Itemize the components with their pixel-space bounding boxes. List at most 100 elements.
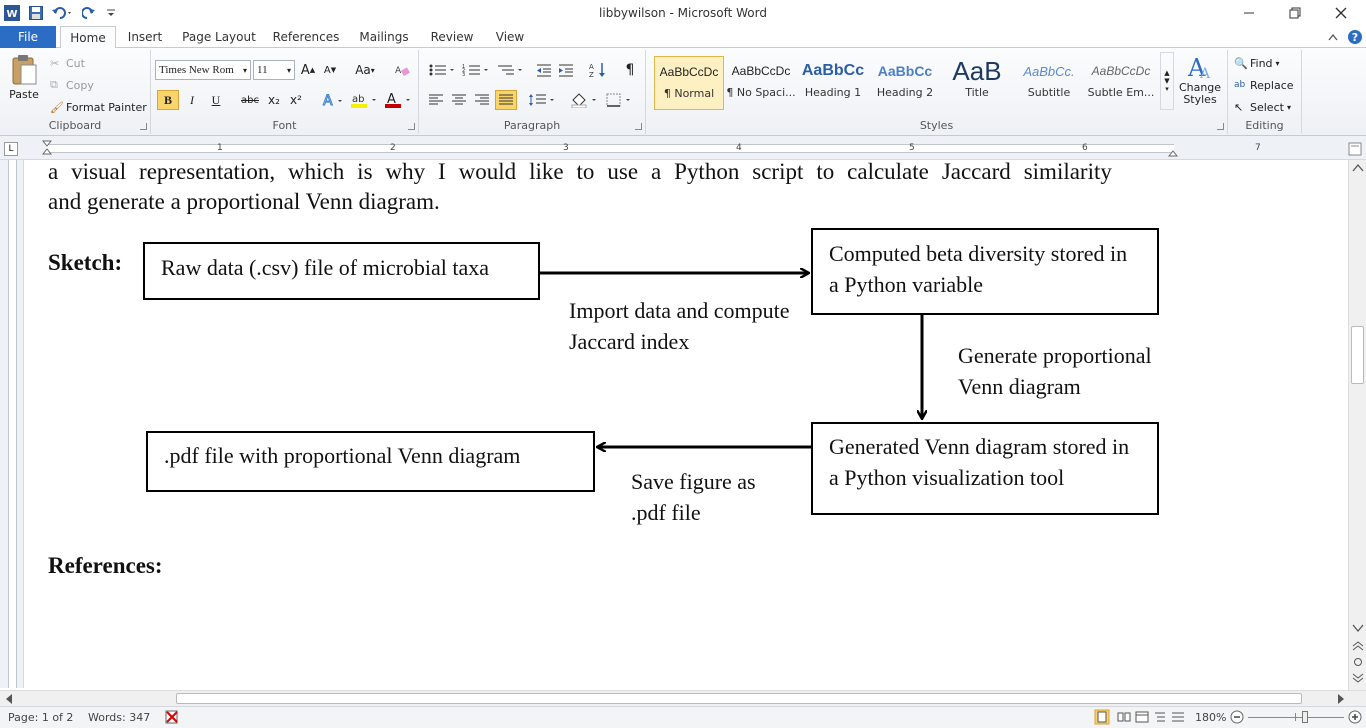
hscroll-thumb[interactable]	[176, 693, 1302, 704]
paragraph-dialog-launcher[interactable]	[635, 123, 642, 130]
tab-references[interactable]: References	[270, 26, 342, 48]
strikethrough-button[interactable]: abc	[239, 90, 261, 110]
zoom-in-icon[interactable]	[1348, 710, 1362, 727]
collapse-ribbon-icon[interactable]	[1326, 26, 1340, 48]
minimize-button[interactable]	[1226, 0, 1272, 26]
align-left-icon[interactable]	[425, 90, 447, 110]
font-dialog-launcher[interactable]	[408, 123, 415, 130]
style-normal[interactable]: AaBbCcDc ¶ Normal	[654, 56, 724, 110]
select-button[interactable]: ↖ Select ▾	[1234, 98, 1291, 116]
text-effects-icon[interactable]: A	[319, 90, 345, 110]
italic-button[interactable]: I	[181, 90, 203, 110]
tab-insert[interactable]: Insert	[122, 26, 168, 48]
styles-dialog-launcher[interactable]	[1217, 123, 1224, 130]
font-group-label: Font	[272, 119, 297, 132]
shading-icon[interactable]	[569, 90, 599, 110]
tab-file[interactable]: File	[0, 26, 56, 48]
decrease-indent-icon[interactable]	[533, 60, 555, 80]
indent-marker-icon[interactable]	[41, 140, 53, 156]
style-subtitle[interactable]: AaBbCc. Subtitle	[1014, 56, 1084, 110]
horizontal-scrollbar[interactable]	[0, 690, 1366, 706]
zoom-out-icon[interactable]	[1230, 710, 1244, 727]
outline-view-icon[interactable]	[1152, 709, 1168, 728]
raw-data-box[interactable]: Raw data (.csv) file of microbial taxa	[143, 242, 540, 300]
scroll-down-icon[interactable]	[1352, 622, 1364, 636]
full-screen-reading-icon[interactable]	[1116, 709, 1132, 728]
right-indent-marker-icon[interactable]	[1167, 146, 1179, 157]
style-heading-1[interactable]: AaBbCc Heading 1	[798, 56, 868, 110]
tab-view[interactable]: View	[490, 26, 530, 48]
change-case-button[interactable]: Aa ▾	[351, 60, 379, 80]
clear-formatting-icon[interactable]: A	[391, 60, 413, 80]
vertical-ruler[interactable]	[0, 160, 24, 688]
justify-icon[interactable]	[495, 90, 517, 110]
vertical-scrollbar[interactable]	[1348, 160, 1366, 690]
browse-object-icon[interactable]	[1352, 656, 1364, 670]
paste-button[interactable]: Paste	[6, 54, 42, 110]
web-layout-icon[interactable]	[1134, 709, 1150, 728]
style-title[interactable]: AaB Title	[942, 56, 1012, 110]
copy-button[interactable]: ⧉ Copy	[50, 76, 94, 94]
show-formatting-button[interactable]: ¶	[619, 60, 641, 80]
font-size-select[interactable]: 11 ▾	[253, 60, 295, 80]
grow-font-button[interactable]: A ▲	[297, 60, 319, 80]
format-painter-button[interactable]: 🖌 Format Painter	[50, 98, 147, 116]
align-right-icon[interactable]	[471, 90, 493, 110]
pdf-file-box[interactable]: .pdf file with proportional Venn diagram	[146, 431, 595, 492]
styles-scroll[interactable]: ▲ ▼ ▾	[1160, 52, 1174, 110]
draft-view-icon[interactable]	[1170, 709, 1186, 728]
underline-button[interactable]: U	[205, 90, 227, 110]
replace-button[interactable]: ab Replace	[1234, 76, 1294, 94]
beta-diversity-box[interactable]: Computed beta diversity stored in a Pyth…	[811, 228, 1159, 315]
style-heading-2[interactable]: AaBbCc Heading 2	[870, 56, 940, 110]
borders-icon[interactable]	[605, 90, 635, 110]
tab-home[interactable]: Home	[60, 26, 116, 49]
style-subtle-emphasis[interactable]: AaBbCcDc Subtle Em...	[1086, 56, 1156, 110]
numbering-icon[interactable]: 123	[461, 60, 491, 80]
find-button[interactable]: 🔍 Find ▾	[1234, 54, 1280, 72]
subscript-button[interactable]: x₂	[263, 90, 285, 110]
generate-label[interactable]: Generate proportional Venn diagram	[958, 340, 1188, 402]
tab-mailings[interactable]: Mailings	[354, 26, 414, 48]
import-label[interactable]: Import data and compute Jaccard index	[569, 295, 799, 357]
print-layout-view-icon[interactable]	[1094, 709, 1110, 728]
tab-selector[interactable]: L	[4, 142, 18, 156]
font-color-icon[interactable]: A	[383, 90, 413, 110]
scroll-up-icon[interactable]	[1352, 162, 1364, 176]
bold-button[interactable]: B	[157, 90, 179, 110]
zoom-slider-thumb[interactable]	[1302, 711, 1308, 723]
font-family-select[interactable]: Times New Rom ▾	[155, 60, 251, 80]
next-page-icon[interactable]	[1352, 672, 1364, 686]
clipboard-dialog-launcher[interactable]	[140, 123, 147, 130]
zoom-slider[interactable]	[1248, 711, 1344, 723]
multilevel-list-icon[interactable]	[495, 60, 525, 80]
references-heading[interactable]: References:	[48, 551, 163, 581]
change-styles-button[interactable]: AA Change Styles	[1176, 52, 1224, 116]
view-ruler-icon[interactable]	[1348, 142, 1364, 156]
tab-page-layout[interactable]: Page Layout	[180, 26, 258, 48]
sort-icon[interactable]: AZ	[587, 60, 609, 80]
word-count[interactable]: Words: 347	[88, 711, 150, 724]
scroll-thumb[interactable]	[1351, 326, 1364, 384]
close-button[interactable]	[1318, 0, 1364, 26]
highlight-color-icon[interactable]: ab	[349, 90, 379, 110]
horizontal-ruler[interactable]: L 1 2 3 4 5 6 7	[0, 136, 1366, 160]
shrink-font-button[interactable]: A ▼	[319, 60, 341, 80]
bullets-icon[interactable]	[427, 60, 457, 80]
proofing-icon[interactable]	[164, 709, 180, 728]
tab-review[interactable]: Review	[426, 26, 478, 48]
zoom-level[interactable]: 180%	[1195, 711, 1226, 724]
restore-button[interactable]	[1272, 0, 1318, 26]
venn-diagram-box[interactable]: Generated Venn diagram stored in a Pytho…	[811, 422, 1159, 515]
align-center-icon[interactable]	[448, 90, 470, 110]
previous-page-icon[interactable]	[1352, 640, 1364, 654]
style-no-spacing[interactable]: AaBbCcDc ¶ No Spaci...	[726, 56, 796, 110]
superscript-button[interactable]: x²	[285, 90, 307, 110]
document-page[interactable]: a visual representation, which is why I …	[24, 160, 1348, 690]
line-spacing-icon[interactable]	[527, 90, 557, 110]
increase-indent-icon[interactable]	[555, 60, 577, 80]
help-icon[interactable]: ?	[1346, 26, 1364, 48]
page-count[interactable]: Page: 1 of 2	[8, 711, 73, 724]
save-label[interactable]: Save figure as .pdf file	[631, 466, 761, 528]
cut-button[interactable]: ✂ Cut	[50, 54, 85, 72]
